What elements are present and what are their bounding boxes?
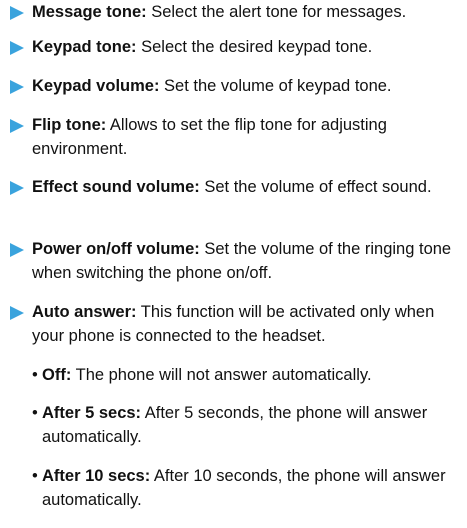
item-term: Keypad volume:: [32, 77, 160, 95]
sub-item-after-5-secs: • After 5 secs: After 5 seconds, the pho…: [32, 401, 452, 449]
list-item-effect-sound-volume: Effect sound volume: Set the volume of e…: [10, 175, 460, 199]
list-item-keypad-volume: Keypad volume: Set the volume of keypad …: [10, 74, 460, 98]
list-item-flip-tone: Flip tone: Allows to set the flip tone f…: [10, 113, 460, 161]
sub-item-description: The phone will not answer automatically.: [71, 366, 372, 384]
list-item-text: Keypad tone: Select the desired keypad t…: [32, 35, 460, 59]
right-triangle-arrow-icon: [10, 80, 24, 94]
item-description: Select the desired keypad tone.: [136, 38, 373, 56]
right-triangle-arrow-icon: [10, 306, 24, 320]
sub-item-text: After 10 secs: After 10 seconds, the pho…: [42, 464, 452, 512]
list-item-text: Message tone: Select the alert tone for …: [32, 0, 460, 24]
list-item-text: Flip tone: Allows to set the flip tone f…: [32, 113, 460, 161]
item-term: Keypad tone:: [32, 38, 137, 56]
sub-item-off: • Off: The phone will not answer automat…: [32, 363, 452, 387]
bullet-dot: •: [32, 467, 38, 485]
item-term: Effect sound volume:: [32, 178, 200, 196]
item-description: Select the alert tone for messages.: [146, 3, 407, 21]
item-description: Set the volume of keypad tone.: [159, 77, 392, 95]
list-item-text: Auto answer: This function will be activ…: [32, 300, 460, 348]
sub-item-text: Off: The phone will not answer automatic…: [42, 363, 452, 387]
right-triangle-arrow-icon: [10, 119, 24, 133]
right-triangle-arrow-icon: [10, 243, 24, 257]
bullet-dot: •: [32, 366, 38, 384]
right-triangle-arrow-icon: [10, 6, 24, 20]
item-term: Message tone:: [32, 3, 147, 21]
sub-item-term: Off:: [42, 366, 72, 384]
item-term: Power on/off volume:: [32, 240, 200, 258]
item-term: Auto answer:: [32, 303, 137, 321]
item-description: Set the volume of effect sound.: [199, 178, 432, 196]
sub-item-text: After 5 secs: After 5 seconds, the phone…: [42, 401, 452, 449]
sub-item-term: After 5 secs:: [42, 404, 142, 422]
list-item-power-onoff-volume: Power on/off volume: Set the volume of t…: [10, 237, 460, 285]
list-item-text: Effect sound volume: Set the volume of e…: [32, 175, 460, 199]
right-triangle-arrow-icon: [10, 41, 24, 55]
list-item-text: Power on/off volume: Set the volume of t…: [32, 237, 460, 285]
bullet-dot: •: [32, 404, 38, 422]
sub-item-after-10-secs: • After 10 secs: After 10 seconds, the p…: [32, 464, 452, 512]
item-term: Flip tone:: [32, 116, 107, 134]
list-item-message-tone: Message tone: Select the alert tone for …: [10, 0, 460, 24]
list-item-text: Keypad volume: Set the volume of keypad …: [32, 74, 460, 98]
right-triangle-arrow-icon: [10, 181, 24, 195]
list-item-auto-answer: Auto answer: This function will be activ…: [10, 300, 460, 348]
list-item-keypad-tone: Keypad tone: Select the desired keypad t…: [10, 35, 460, 59]
sub-item-term: After 10 secs:: [42, 467, 151, 485]
